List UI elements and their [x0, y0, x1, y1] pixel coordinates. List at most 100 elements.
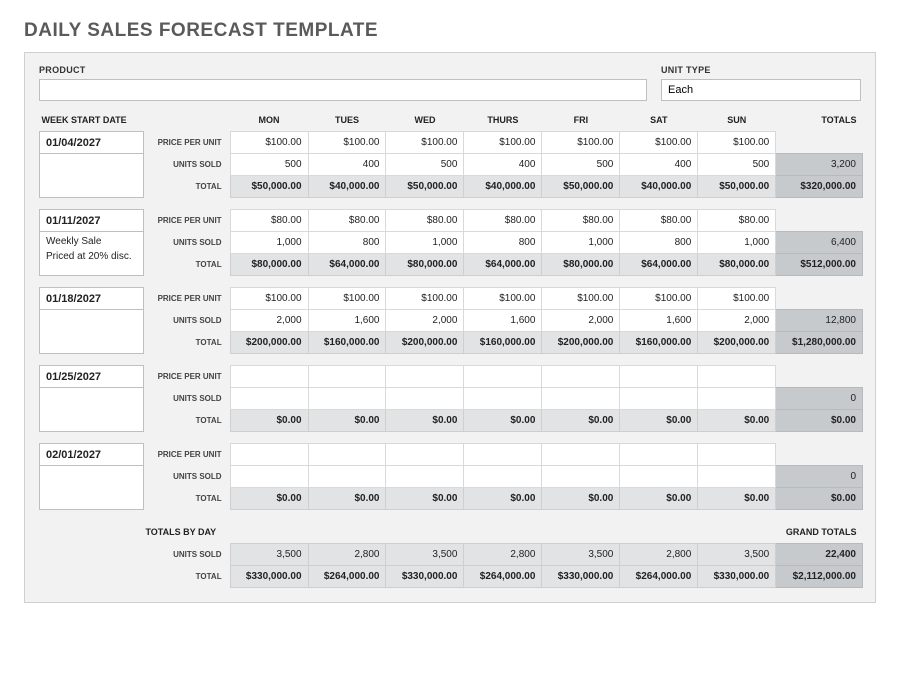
row-label-units: UNITS SOLD — [143, 232, 230, 254]
units-cell[interactable] — [464, 388, 542, 410]
week-date[interactable]: 02/01/2027 — [40, 444, 144, 466]
week-notes[interactable] — [40, 466, 144, 510]
units-cell[interactable]: 1,600 — [620, 310, 698, 332]
price-cell[interactable]: $80.00 — [386, 210, 464, 232]
day-total-cell: $0.00 — [542, 410, 620, 432]
units-cell[interactable] — [230, 466, 308, 488]
units-cell[interactable] — [698, 388, 776, 410]
units-cell[interactable]: 500 — [230, 154, 308, 176]
row-label-total: TOTAL — [143, 332, 230, 354]
week-date[interactable]: 01/25/2027 — [40, 366, 144, 388]
price-cell[interactable] — [620, 444, 698, 466]
unit-type-input[interactable] — [661, 79, 861, 101]
row-label-total: TOTAL — [143, 176, 230, 198]
price-cell[interactable]: $100.00 — [620, 288, 698, 310]
units-cell[interactable]: 800 — [620, 232, 698, 254]
week-total-cell: $0.00 — [776, 410, 863, 432]
price-cell[interactable]: $100.00 — [464, 132, 542, 154]
price-cell[interactable] — [698, 366, 776, 388]
units-cell[interactable]: 2,000 — [698, 310, 776, 332]
units-cell[interactable] — [386, 388, 464, 410]
price-cell[interactable]: $100.00 — [308, 132, 386, 154]
price-cell[interactable]: $100.00 — [542, 288, 620, 310]
price-cell[interactable]: $100.00 — [542, 132, 620, 154]
price-cell[interactable]: $100.00 — [308, 288, 386, 310]
price-cell[interactable] — [230, 366, 308, 388]
price-cell[interactable]: $80.00 — [308, 210, 386, 232]
summary-units-cell: 3,500 — [230, 544, 308, 566]
units-cell[interactable]: 500 — [698, 154, 776, 176]
price-cell[interactable] — [386, 366, 464, 388]
day-total-cell: $80,000.00 — [386, 254, 464, 276]
price-cell[interactable]: $100.00 — [230, 288, 308, 310]
price-cell[interactable]: $80.00 — [464, 210, 542, 232]
day-header: SAT — [620, 111, 698, 132]
units-total-cell: 12,800 — [776, 310, 863, 332]
price-cell[interactable]: $100.00 — [464, 288, 542, 310]
price-cell[interactable]: $100.00 — [386, 132, 464, 154]
summary-units-cell: 2,800 — [620, 544, 698, 566]
units-cell[interactable] — [698, 466, 776, 488]
product-input[interactable] — [39, 79, 647, 101]
units-cell[interactable]: 400 — [464, 154, 542, 176]
day-total-cell: $0.00 — [386, 488, 464, 510]
price-cell[interactable]: $100.00 — [698, 288, 776, 310]
units-cell[interactable] — [542, 388, 620, 410]
price-cell[interactable] — [308, 366, 386, 388]
price-cell[interactable] — [464, 444, 542, 466]
day-total-cell: $50,000.00 — [698, 176, 776, 198]
price-cell[interactable] — [386, 444, 464, 466]
units-cell[interactable] — [308, 388, 386, 410]
price-cell[interactable]: $80.00 — [698, 210, 776, 232]
price-cell[interactable]: $100.00 — [386, 288, 464, 310]
price-cell[interactable]: $80.00 — [542, 210, 620, 232]
units-cell[interactable] — [308, 466, 386, 488]
price-cell[interactable]: $80.00 — [620, 210, 698, 232]
price-cell[interactable] — [230, 444, 308, 466]
row-label-units: UNITS SOLD — [143, 544, 230, 566]
units-cell[interactable]: 1,000 — [230, 232, 308, 254]
day-total-cell: $200,000.00 — [698, 332, 776, 354]
week-date[interactable]: 01/04/2027 — [40, 132, 144, 154]
week-date[interactable]: 01/18/2027 — [40, 288, 144, 310]
week-notes[interactable] — [40, 388, 144, 432]
week-notes[interactable] — [40, 310, 144, 354]
price-cell[interactable] — [542, 366, 620, 388]
units-cell[interactable] — [542, 466, 620, 488]
units-cell[interactable]: 1,000 — [386, 232, 464, 254]
units-cell[interactable]: 800 — [464, 232, 542, 254]
units-cell[interactable]: 2,000 — [542, 310, 620, 332]
price-cell[interactable] — [464, 366, 542, 388]
units-cell[interactable] — [386, 466, 464, 488]
units-cell[interactable]: 2,000 — [230, 310, 308, 332]
week-date[interactable]: 01/11/2027 — [40, 210, 144, 232]
units-cell[interactable]: 1,000 — [542, 232, 620, 254]
price-cell[interactable]: $80.00 — [230, 210, 308, 232]
week-notes[interactable] — [40, 154, 144, 198]
price-cell[interactable]: $100.00 — [698, 132, 776, 154]
units-cell[interactable]: 500 — [542, 154, 620, 176]
units-cell[interactable]: 1,000 — [698, 232, 776, 254]
price-cell[interactable] — [308, 444, 386, 466]
units-cell[interactable]: 400 — [308, 154, 386, 176]
price-cell[interactable]: $100.00 — [230, 132, 308, 154]
units-cell[interactable]: 1,600 — [308, 310, 386, 332]
price-cell[interactable] — [620, 366, 698, 388]
price-cell[interactable] — [698, 444, 776, 466]
week-notes[interactable]: Weekly SalePriced at 20% disc. — [40, 232, 144, 276]
units-cell[interactable] — [464, 466, 542, 488]
price-cell[interactable] — [542, 444, 620, 466]
units-cell[interactable] — [620, 388, 698, 410]
day-total-cell: $0.00 — [698, 488, 776, 510]
week-start-header: WEEK START DATE — [40, 111, 144, 132]
units-cell[interactable]: 400 — [620, 154, 698, 176]
units-cell[interactable] — [230, 388, 308, 410]
units-cell[interactable]: 1,600 — [464, 310, 542, 332]
units-cell[interactable]: 800 — [308, 232, 386, 254]
units-cell[interactable]: 2,000 — [386, 310, 464, 332]
units-cell[interactable] — [620, 466, 698, 488]
day-total-cell: $160,000.00 — [620, 332, 698, 354]
day-header: TUES — [308, 111, 386, 132]
units-cell[interactable]: 500 — [386, 154, 464, 176]
price-cell[interactable]: $100.00 — [620, 132, 698, 154]
